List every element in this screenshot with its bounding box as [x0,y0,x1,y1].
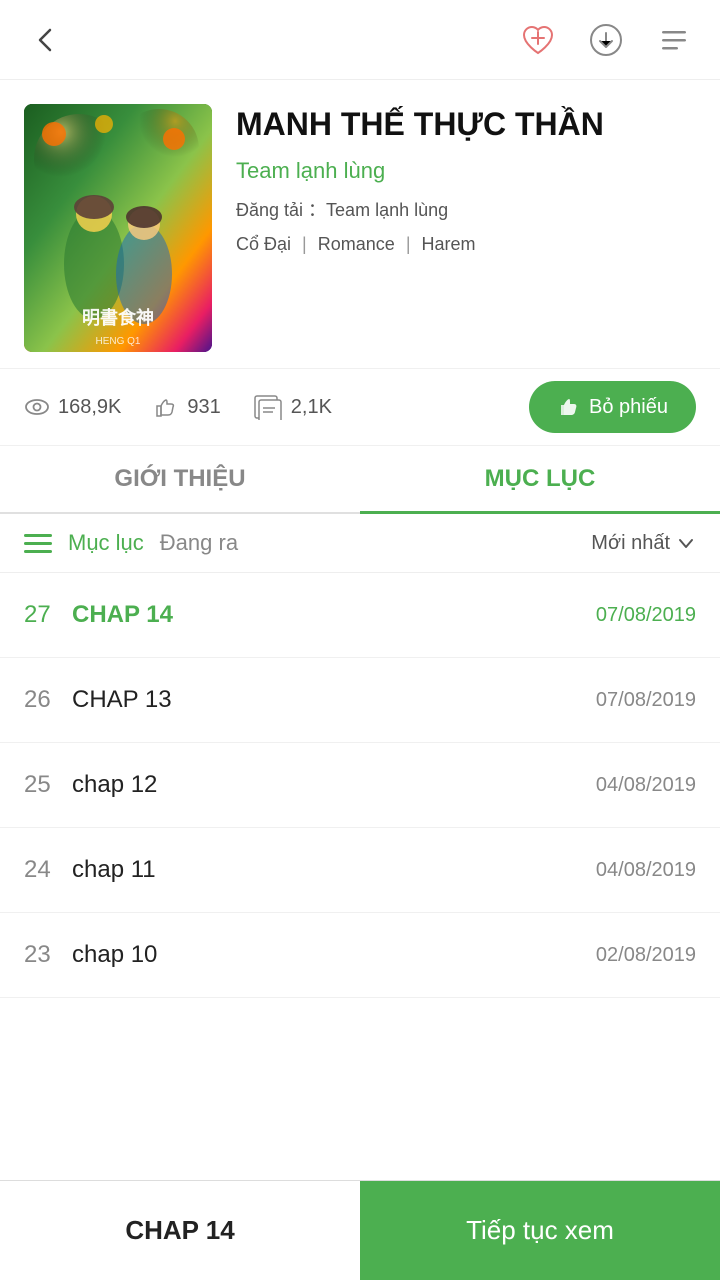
svg-text:明書食神: 明書食神 [82,307,154,328]
chapter-name: CHAP 13 [72,686,596,714]
stats-row: 168,9K 931 2,1K Bỏ phiếu [0,368,720,446]
tab-intro[interactable]: GIỚI THIỆU [0,446,360,512]
back-button[interactable] [24,18,68,62]
chapter-controls: Mục lục Đang ra Mới nhất [0,514,720,573]
menu-icon[interactable] [24,534,52,553]
chapter-date: 07/08/2019 [596,689,696,712]
chapter-number: 24 [24,856,72,884]
book-author[interactable]: Team lạnh lùng [236,158,696,184]
bottom-bar: CHAP 14 Tiếp tục xem [0,1180,720,1280]
header-actions [516,18,696,62]
chapter-number: 23 [24,941,72,969]
tab-toc[interactable]: MỤC LỤC [360,446,720,512]
chapter-item[interactable]: 27 CHAP 14 07/08/2019 [0,573,720,658]
view-count: 168,9K [24,394,121,420]
book-cover: 明書食神 HENG Q1 [24,104,212,352]
more-menu-button[interactable] [652,18,696,62]
chapter-list: 27 CHAP 14 07/08/2019 26 CHAP 13 07/08/2… [0,573,720,998]
book-title: MANH THẾ THỰC THẦN [236,104,696,146]
download-button[interactable] [584,18,628,62]
book-uploader: Đăng tải ：Team lạnh lùng [236,196,696,222]
chapter-date: 07/08/2019 [596,604,696,627]
book-genres: Cổ Đại | Romance | Harem [236,234,696,255]
chapter-number: 26 [24,686,72,714]
chapter-date: 04/08/2019 [596,859,696,882]
genre-co-dai[interactable]: Cổ Đại [236,234,291,254]
book-info: 明書食神 HENG Q1 MANH THẾ THỰC THẦN Team lạn… [0,80,720,368]
chapter-count: 2,1K [253,394,332,420]
chapter-name: chap 12 [72,771,596,799]
tab-bar: GIỚI THIỆU MỤC LỤC [0,446,720,514]
eye-icon [24,394,50,420]
genre-romance[interactable]: Romance [318,234,395,254]
chapter-name: CHAP 14 [72,601,596,629]
bottom-chap-label[interactable]: CHAP 14 [0,1181,360,1280]
chapter-date: 02/08/2019 [596,944,696,967]
chapter-name: chap 11 [72,856,596,884]
vote-button[interactable]: Bỏ phiếu [529,381,696,433]
dang-ra-label[interactable]: Đang ra [160,530,238,556]
muc-luc-label[interactable]: Mục lục [68,530,144,556]
chapter-number: 27 [24,601,72,629]
chapter-date: 04/08/2019 [596,774,696,797]
chapter-item[interactable]: 23 chap 10 02/08/2019 [0,913,720,998]
book-metadata: MANH THẾ THỰC THẦN Team lạnh lùng Đăng t… [236,104,696,255]
thumb-up-icon [153,394,179,420]
chapter-icon [253,394,283,420]
genre-harem[interactable]: Harem [422,234,476,254]
chapter-number: 25 [24,771,72,799]
svg-text:HENG Q1: HENG Q1 [95,336,140,347]
sort-button[interactable]: Mới nhất [591,532,696,555]
continue-reading-button[interactable]: Tiếp tục xem [360,1181,720,1280]
like-count: 931 [153,394,220,420]
chapter-name: chap 10 [72,941,596,969]
sort-arrow-icon [676,533,696,553]
chapter-item[interactable]: 24 chap 11 04/08/2019 [0,828,720,913]
chapter-item[interactable]: 25 chap 12 04/08/2019 [0,743,720,828]
vote-icon [557,395,581,419]
header [0,0,720,80]
favorite-button[interactable] [516,18,560,62]
chapter-item[interactable]: 26 CHAP 13 07/08/2019 [0,658,720,743]
